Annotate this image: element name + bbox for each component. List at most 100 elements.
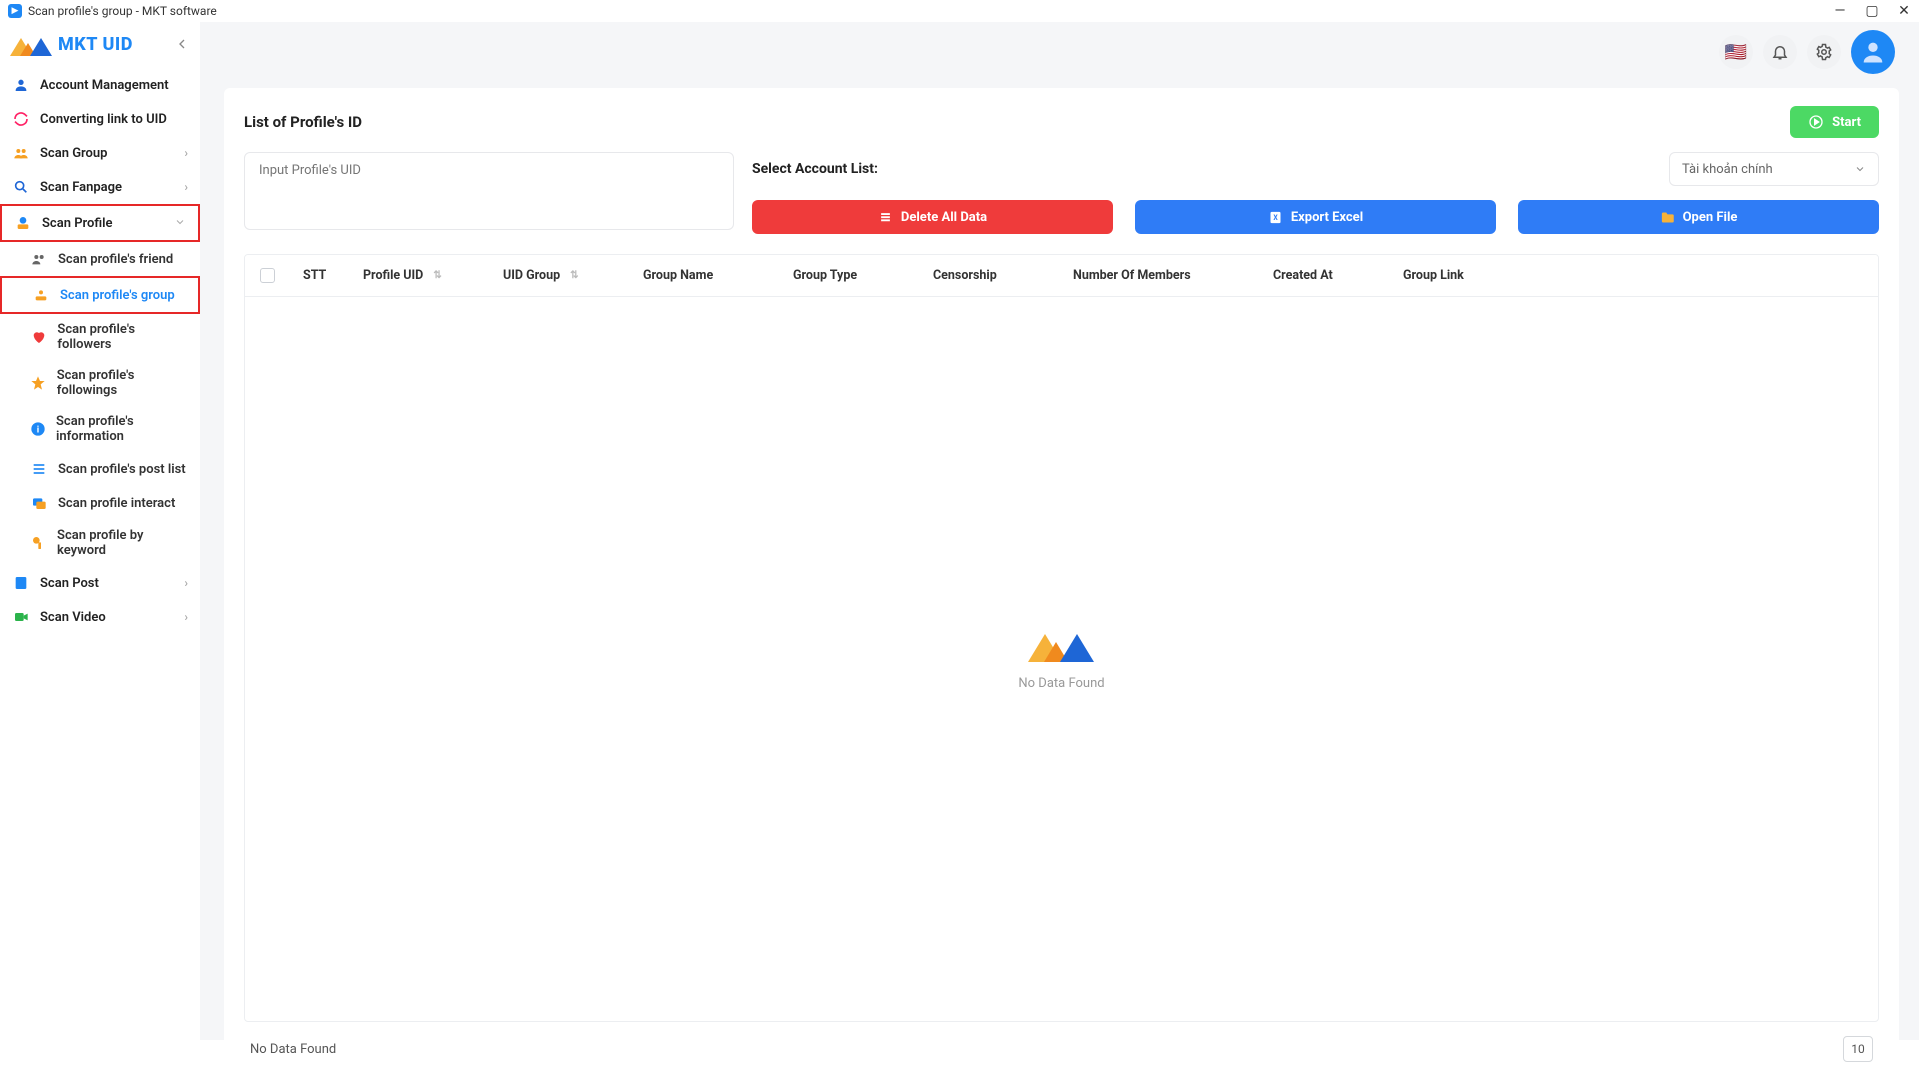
open-file-button[interactable]: Open File	[1518, 200, 1879, 234]
export-excel-button[interactable]: X Export Excel	[1135, 200, 1496, 234]
window-close[interactable]: ✕	[1897, 4, 1911, 18]
app-icon: ▶	[8, 4, 22, 18]
video-icon	[12, 608, 30, 626]
excel-icon: X	[1268, 210, 1283, 225]
settings-button[interactable]	[1807, 35, 1841, 69]
user-avatar[interactable]	[1851, 30, 1895, 74]
user-circle-icon	[12, 76, 30, 94]
brand-logo: MKT UID	[10, 32, 133, 56]
col-members[interactable]: Number Of Members	[1059, 268, 1259, 283]
play-circle-icon	[1808, 114, 1824, 130]
post-icon	[12, 574, 30, 592]
export-button-label: Export Excel	[1291, 210, 1363, 225]
profile-uid-input[interactable]	[244, 152, 734, 230]
open-button-label: Open File	[1683, 210, 1738, 225]
sidebar-sub-scan-followers[interactable]: Scan profile's followers	[0, 314, 200, 360]
sidebar-sub-scan-group[interactable]: Scan profile's group	[0, 276, 200, 314]
footer-status-text: No Data Found	[250, 1042, 336, 1057]
col-group-name[interactable]: Group Name	[629, 268, 779, 283]
sidebar-sub-scan-postlist[interactable]: Scan profile's post list	[0, 452, 200, 486]
empty-logo-icon	[1028, 628, 1096, 662]
list-icon	[30, 460, 48, 478]
account-select[interactable]: Tài khoản chính	[1669, 152, 1879, 186]
window-minimize[interactable]: —	[1833, 4, 1847, 18]
table-header: STT Profile UID UID Group Group Name Gro…	[245, 255, 1878, 297]
col-group-type[interactable]: Group Type	[779, 268, 919, 283]
sidebar-sub-scan-keyword[interactable]: Scan profile by keyword	[0, 520, 200, 566]
sidebar-sub-scan-information[interactable]: i Scan profile's information	[0, 406, 200, 452]
sidebar-item-converting-link[interactable]: Converting link to UID	[0, 102, 200, 136]
sidebar-item-scan-video[interactable]: Scan Video ›	[0, 600, 200, 634]
sidebar-item-label: Account Management	[40, 78, 169, 93]
friends-icon	[30, 250, 48, 268]
heart-icon	[30, 328, 47, 346]
chevron-right-icon: ›	[184, 180, 188, 194]
profiles-card: List of Profile's ID Start Select Accoun…	[224, 88, 1899, 1080]
sidebar-item-label: Scan Fanpage	[40, 180, 122, 195]
svg-text:i: i	[37, 424, 39, 435]
sidebar-sub-label: Scan profile interact	[58, 496, 175, 511]
interact-icon	[30, 494, 48, 512]
col-censorship[interactable]: Censorship	[919, 268, 1059, 283]
sidebar-item-label: Scan Post	[40, 576, 99, 591]
refresh-icon	[12, 110, 30, 128]
sidebar-item-scan-group[interactable]: Scan Group ›	[0, 136, 200, 170]
table-empty-state: No Data Found	[245, 297, 1878, 1021]
notifications-button[interactable]	[1763, 35, 1797, 69]
delete-all-button[interactable]: Delete All Data	[752, 200, 1113, 234]
key-icon	[30, 534, 47, 552]
sidebar-sub-scan-friend[interactable]: Scan profile's friend	[0, 242, 200, 276]
sidebar-sub-label: Scan profile's information	[56, 414, 188, 444]
flag-us-icon: 🇺🇸	[1725, 42, 1747, 63]
sidebar-item-label: Scan Video	[40, 610, 106, 625]
sidebar-sub-label: Scan profile by keyword	[57, 528, 188, 558]
start-button-label: Start	[1832, 115, 1861, 130]
top-right-toolbar: 🇺🇸	[1719, 30, 1895, 74]
brand-name: MKT UID	[58, 34, 133, 55]
sidebar-item-label: Scan Profile	[42, 216, 113, 231]
logo-mark-icon	[10, 32, 52, 56]
start-button[interactable]: Start	[1790, 106, 1879, 138]
col-grouplink[interactable]: Group Link	[1389, 268, 1878, 283]
group-icon	[12, 144, 30, 162]
window-title: Scan profile's group - MKT software	[28, 4, 217, 18]
avatar-icon	[1859, 38, 1887, 66]
empty-text: No Data Found	[1018, 676, 1104, 691]
delete-button-label: Delete All Data	[901, 210, 987, 225]
col-uid-group[interactable]: UID Group	[489, 268, 629, 283]
profile-icon	[14, 214, 32, 232]
sidebar-sub-label: Scan profile's friend	[58, 252, 173, 267]
data-table: STT Profile UID UID Group Group Name Gro…	[244, 254, 1879, 1022]
delete-icon	[878, 210, 893, 225]
select-all-checkbox[interactable]	[260, 268, 275, 283]
sidebar-item-scan-fanpage[interactable]: Scan Fanpage ›	[0, 170, 200, 204]
sidebar-item-scan-post[interactable]: Scan Post ›	[0, 566, 200, 600]
info-icon: i	[30, 420, 46, 438]
col-stt[interactable]: STT	[289, 268, 349, 283]
col-profile-uid[interactable]: Profile UID	[349, 268, 489, 283]
sidebar: MKT UID Account Management Converting li…	[0, 22, 200, 1040]
sidebar-sub-label: Scan profile's followings	[57, 368, 188, 398]
sidebar-sub-label: Scan profile's group	[60, 288, 175, 303]
chevron-down-icon	[1854, 163, 1866, 175]
language-button[interactable]: 🇺🇸	[1719, 35, 1753, 69]
sidebar-sub-scan-interact[interactable]: Scan profile interact	[0, 486, 200, 520]
star-icon	[30, 374, 47, 392]
sidebar-item-label: Scan Group	[40, 146, 107, 161]
window-maximize[interactable]: ▢	[1865, 4, 1879, 18]
sidebar-item-account-management[interactable]: Account Management	[0, 68, 200, 102]
sidebar-item-scan-profile[interactable]: Scan Profile	[0, 204, 200, 242]
chevron-right-icon: ›	[184, 576, 188, 590]
search-icon	[12, 178, 30, 196]
sidebar-collapse-button[interactable]	[174, 36, 190, 52]
sidebar-sub-scan-followings[interactable]: Scan profile's followings	[0, 360, 200, 406]
window-titlebar: ▶ Scan profile's group - MKT software — …	[0, 0, 1919, 22]
account-select-label: Select Account List:	[752, 161, 878, 177]
group-small-icon	[32, 286, 50, 304]
sidebar-sub-label: Scan profile's followers	[57, 322, 188, 352]
col-created[interactable]: Created At	[1259, 268, 1389, 283]
gear-icon	[1815, 43, 1833, 61]
card-title: List of Profile's ID	[244, 113, 362, 131]
account-select-value: Tài khoản chính	[1682, 162, 1773, 177]
sidebar-item-label: Converting link to UID	[40, 112, 167, 127]
